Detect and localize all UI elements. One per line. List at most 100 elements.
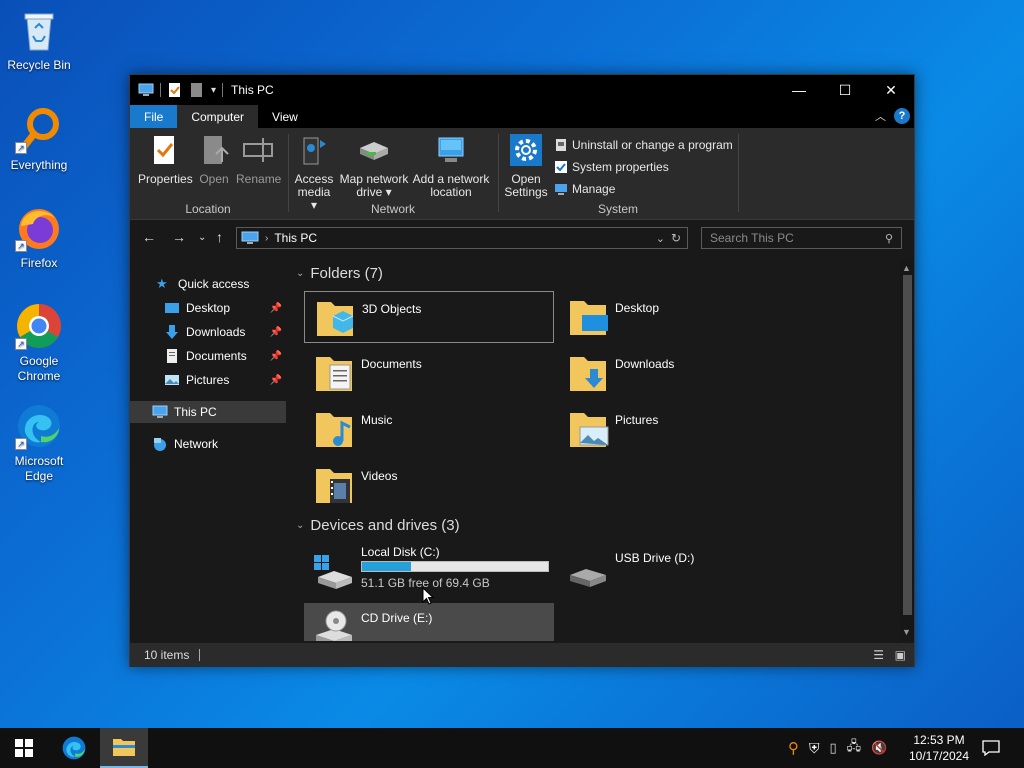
large-icons-view-icon[interactable]: ▣ xyxy=(895,648,906,662)
address-field[interactable]: › This PC ⌄ ↻ xyxy=(236,227,688,249)
nav-desktop[interactable]: Desktop 📌 xyxy=(130,297,286,319)
group-separator xyxy=(738,134,739,212)
desktop-folder-icon xyxy=(165,303,179,313)
this-pc-icon xyxy=(138,83,154,96)
folder-tile-documents[interactable]: Documents xyxy=(304,347,554,399)
desktop-icon-edge[interactable]: ↗ Microsoft Edge xyxy=(4,402,74,484)
folder-tile-3d-objects[interactable]: 3D Objects xyxy=(304,291,554,343)
separator xyxy=(160,83,161,97)
pin-icon[interactable]: 📌 xyxy=(270,375,282,386)
collapse-ribbon-icon[interactable]: ︿ xyxy=(875,108,886,124)
search-placeholder: Search This PC xyxy=(710,231,794,245)
group-separator xyxy=(498,134,499,212)
desktop-icon-chrome[interactable]: ↗ Google Chrome xyxy=(4,302,74,384)
breadcrumb-chevron-icon: › xyxy=(265,232,269,244)
folder-tile-desktop[interactable]: Desktop xyxy=(558,291,808,343)
pin-icon[interactable]: 📌 xyxy=(270,303,282,314)
help-icon[interactable]: ? xyxy=(894,108,910,124)
new-folder-icon[interactable] xyxy=(189,82,205,98)
desktop-icon-label: Everything xyxy=(10,158,68,172)
desktop-icon-recycle-bin[interactable]: Recycle Bin xyxy=(4,6,74,73)
properties-check-icon[interactable] xyxy=(167,82,183,98)
file-explorer-icon xyxy=(113,739,135,756)
content-pane: ⌄ Folders (7) 3D Objects Desktop Documen… xyxy=(288,261,900,641)
firefox-icon: ↗ xyxy=(15,204,63,252)
mouse-cursor-icon xyxy=(422,587,434,605)
drive-tile-d[interactable]: USB Drive (D:) xyxy=(558,541,808,599)
explorer-window[interactable]: ▾ This PC — ☐ ✕ File Computer View ︿ ? P… xyxy=(129,74,915,667)
nav-pictures[interactable]: Pictures 📌 xyxy=(130,369,286,391)
taskbar-file-explorer[interactable] xyxy=(100,728,148,768)
location-group: Location xyxy=(130,128,286,220)
taskbar-edge[interactable] xyxy=(50,728,98,768)
back-button[interactable]: ← xyxy=(142,229,156,245)
desktop-folder-icon xyxy=(570,301,608,335)
vertical-scrollbar[interactable]: ▲ ▼ xyxy=(900,261,914,641)
notification-icon xyxy=(982,740,1000,756)
refresh-icon[interactable]: ↻ xyxy=(671,231,681,245)
folder-tile-videos[interactable]: Videos xyxy=(304,459,554,511)
maximize-button[interactable]: ☐ xyxy=(822,75,868,105)
volume-muted-icon[interactable]: 🔇 xyxy=(871,740,887,756)
nav-downloads[interactable]: Downloads 📌 xyxy=(130,321,286,343)
group-separator xyxy=(288,134,289,212)
network-status-icon[interactable]: 🖧 xyxy=(847,737,862,759)
scroll-thumb[interactable] xyxy=(903,275,912,615)
everything-tray-icon[interactable]: ⚲ xyxy=(788,739,799,757)
minimize-button[interactable]: — xyxy=(776,75,822,105)
security-shield-icon[interactable]: ⛨ xyxy=(809,740,820,757)
notifications-button[interactable] xyxy=(976,728,1006,768)
close-button[interactable]: ✕ xyxy=(868,75,914,105)
nav-documents[interactable]: Documents 📌 xyxy=(130,345,286,367)
system-group: System xyxy=(500,128,736,220)
edge-icon xyxy=(62,736,86,760)
title-bar[interactable]: ▾ This PC — ☐ ✕ xyxy=(130,75,914,105)
3d-objects-folder-icon xyxy=(317,302,354,336)
this-pc-icon xyxy=(152,405,168,418)
quick-access-toolbar: ▾ xyxy=(130,82,224,98)
drive-tile-e[interactable]: CD Drive (E:) xyxy=(304,603,554,641)
windows-disk-icon xyxy=(314,555,352,589)
forward-button[interactable]: → xyxy=(172,229,186,245)
drive-c-usage-bar xyxy=(361,561,549,572)
breadcrumb-this-pc[interactable]: This PC xyxy=(274,231,317,245)
tab-computer[interactable]: Computer xyxy=(177,105,259,128)
desktop-icon-firefox[interactable]: ↗ Firefox xyxy=(4,204,74,271)
tab-view[interactable]: View xyxy=(258,105,312,128)
details-view-icon[interactable]: ☰ xyxy=(873,648,884,662)
address-bar-row: ← → ⌄ ↑ › This PC ⌄ ↻ Search This PC ⚲ xyxy=(130,221,914,255)
collapse-chevron-icon: ⌄ xyxy=(296,520,305,531)
separator xyxy=(222,83,224,97)
search-input[interactable]: Search This PC ⚲ xyxy=(701,227,902,249)
desktop-icon-everything[interactable]: ↗ Everything xyxy=(4,106,74,173)
clock[interactable]: 12:53 PM 10/17/2024 xyxy=(902,732,976,764)
search-icon: ⚲ xyxy=(884,232,893,245)
folder-tile-pictures[interactable]: Pictures xyxy=(558,403,808,455)
address-dropdown-icon[interactable]: ⌄ xyxy=(656,232,665,245)
up-button[interactable]: ↑ xyxy=(216,229,223,245)
folder-tile-music[interactable]: Music xyxy=(304,403,554,455)
everything-search-icon: ↗ xyxy=(15,106,63,154)
devices-header[interactable]: ⌄ Devices and drives (3) xyxy=(296,517,460,534)
star-icon: ★ xyxy=(156,276,168,291)
network-group-label: Network xyxy=(370,202,415,216)
scroll-up-icon[interactable]: ▲ xyxy=(902,263,911,273)
nav-network[interactable]: Network xyxy=(130,433,286,455)
start-button[interactable] xyxy=(0,728,48,768)
status-bar: 10 items ☰ ▣ xyxy=(130,643,914,667)
chrome-icon: ↗ xyxy=(15,302,63,350)
nav-this-pc[interactable]: This PC xyxy=(130,401,286,423)
nav-quick-access[interactable]: ★ Quick access xyxy=(130,273,286,295)
shortcut-arrow-icon: ↗ xyxy=(15,142,27,154)
pin-icon[interactable]: 📌 xyxy=(270,327,282,338)
qat-dropdown-icon[interactable]: ▾ xyxy=(211,85,216,96)
folders-header[interactable]: ⌄ Folders (7) xyxy=(296,265,383,282)
clock-time: 12:53 PM xyxy=(913,733,965,747)
tab-file[interactable]: File xyxy=(130,105,178,128)
usb-eject-icon[interactable]: ▯ xyxy=(830,740,837,756)
folder-tile-downloads[interactable]: Downloads xyxy=(558,347,808,399)
drive-c-label: Local Disk (C:) xyxy=(361,545,440,559)
scroll-down-icon[interactable]: ▼ xyxy=(902,627,911,637)
recent-locations-button[interactable]: ⌄ xyxy=(198,232,206,243)
pin-icon[interactable]: 📌 xyxy=(270,351,282,362)
